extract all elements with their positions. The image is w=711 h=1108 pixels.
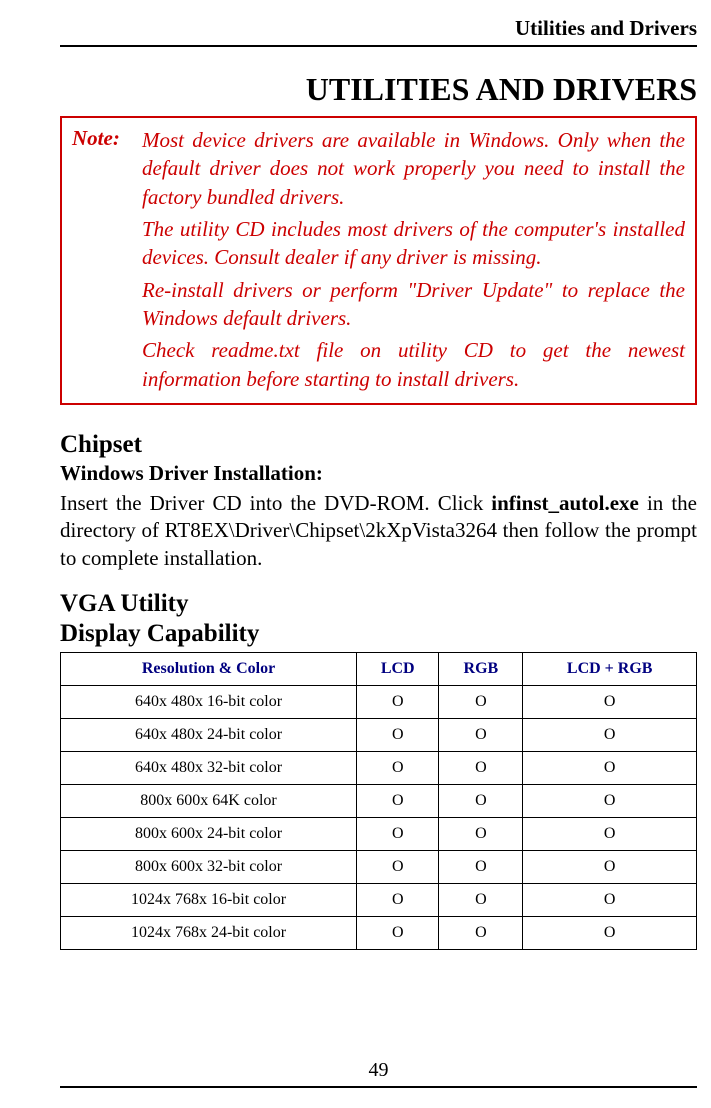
table-row: 640x 480x 16-bit color O O O [61, 685, 697, 718]
table-row: 800x 600x 64K color O O O [61, 784, 697, 817]
table-cell: O [357, 916, 439, 949]
table-cell: O [357, 751, 439, 784]
table-cell: O [523, 751, 697, 784]
table-row: 800x 600x 32-bit color O O O [61, 850, 697, 883]
table-cell: O [357, 718, 439, 751]
page-footer: 49 [60, 1059, 697, 1088]
table-cell: O [439, 883, 523, 916]
header-rule [60, 45, 697, 47]
page-header-title: Utilities and Drivers [60, 16, 697, 41]
vga-sub-heading: Display Capability [60, 620, 697, 648]
table-cell: O [439, 817, 523, 850]
footer-rule [60, 1086, 697, 1088]
display-capability-table: Resolution & Color LCD RGB LCD + RGB 640… [60, 652, 697, 950]
table-cell: O [523, 784, 697, 817]
table-cell: O [357, 784, 439, 817]
table-header: LCD [357, 652, 439, 685]
table-cell: 640x 480x 24-bit color [61, 718, 357, 751]
table-cell: O [523, 850, 697, 883]
table-cell: O [439, 784, 523, 817]
main-title: UTILITIES AND DRIVERS [60, 71, 697, 108]
chipset-body: Insert the Driver CD into the DVD-ROM. C… [60, 490, 697, 572]
page-number: 49 [60, 1059, 697, 1082]
note-paragraph: The utility CD includes most drivers of … [142, 215, 685, 272]
table-cell: O [523, 685, 697, 718]
table-row: 800x 600x 24-bit color O O O [61, 817, 697, 850]
chipset-body-bold: infinst_autol.exe [491, 491, 639, 515]
note-box: Note: Most device drivers are available … [60, 116, 697, 405]
table-cell: O [357, 883, 439, 916]
table-cell: O [523, 916, 697, 949]
chipset-sub-heading: Windows Driver Installation: [60, 461, 697, 486]
table-cell: 640x 480x 16-bit color [61, 685, 357, 718]
vga-heading: VGA Utility [60, 590, 697, 618]
chipset-body-prefix: Insert the Driver CD into the DVD-ROM. C… [60, 491, 491, 515]
note-label: Note: [72, 126, 128, 211]
note-row: Note: Most device drivers are available … [72, 126, 685, 211]
table-cell: O [357, 850, 439, 883]
table-cell: O [439, 916, 523, 949]
table-cell: O [439, 685, 523, 718]
table-cell: O [357, 817, 439, 850]
table-cell: O [439, 850, 523, 883]
table-cell: 1024x 768x 16-bit color [61, 883, 357, 916]
table-cell: O [523, 817, 697, 850]
table-cell: 800x 600x 24-bit color [61, 817, 357, 850]
table-header: RGB [439, 652, 523, 685]
note-paragraph: Most device drivers are available in Win… [142, 126, 685, 211]
table-cell: O [523, 883, 697, 916]
table-cell: O [439, 751, 523, 784]
note-paragraph: Check readme.txt file on utility CD to g… [142, 336, 685, 393]
table-header-row: Resolution & Color LCD RGB LCD + RGB [61, 652, 697, 685]
table-row: 1024x 768x 24-bit color O O O [61, 916, 697, 949]
table-cell: 800x 600x 32-bit color [61, 850, 357, 883]
table-header: LCD + RGB [523, 652, 697, 685]
table-cell: 640x 480x 32-bit color [61, 751, 357, 784]
table-cell: O [523, 718, 697, 751]
table-header: Resolution & Color [61, 652, 357, 685]
table-cell: O [357, 685, 439, 718]
chipset-heading: Chipset [60, 431, 697, 459]
table-row: 640x 480x 32-bit color O O O [61, 751, 697, 784]
table-cell: 1024x 768x 24-bit color [61, 916, 357, 949]
table-row: 640x 480x 24-bit color O O O [61, 718, 697, 751]
table-row: 1024x 768x 16-bit color O O O [61, 883, 697, 916]
table-cell: O [439, 718, 523, 751]
table-body: 640x 480x 16-bit color O O O 640x 480x 2… [61, 685, 697, 949]
note-paragraph: Re-install drivers or perform "Driver Up… [142, 276, 685, 333]
table-cell: 800x 600x 64K color [61, 784, 357, 817]
